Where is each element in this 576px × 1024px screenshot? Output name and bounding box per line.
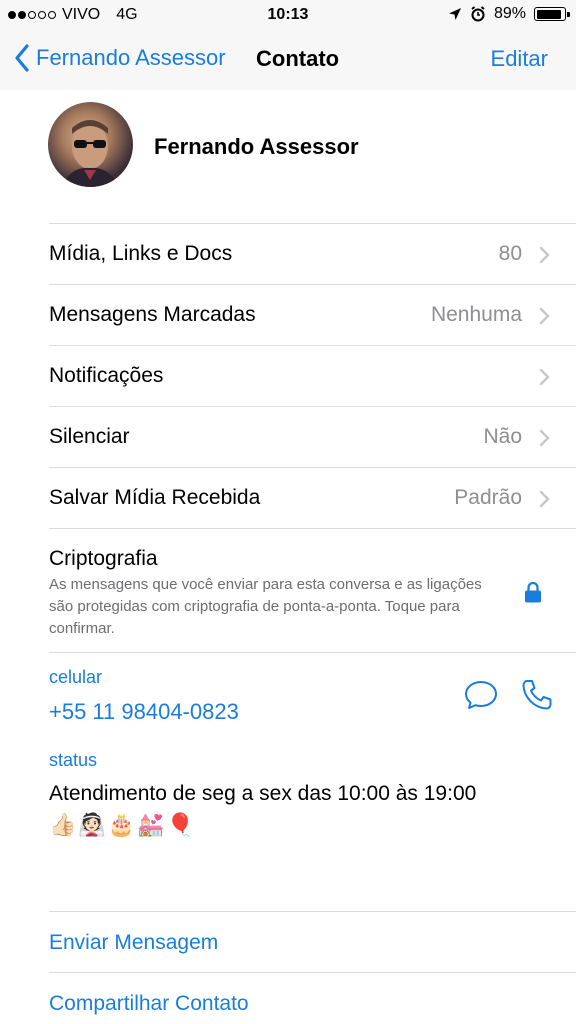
- lock-icon: [525, 581, 541, 603]
- row-label: Silenciar: [49, 425, 130, 448]
- encryption-title: Criptografia: [49, 547, 158, 570]
- status-emojis: 👍🏻👰🏻🎂💒🎈: [49, 813, 196, 838]
- row-label: Mensagens Marcadas: [49, 303, 256, 326]
- row-notifications[interactable]: Notificações: [49, 345, 576, 406]
- send-message-button[interactable]: Enviar Mensagem: [49, 911, 576, 972]
- status-label: status: [49, 750, 98, 770]
- back-button[interactable]: Fernando Assessor: [14, 44, 226, 72]
- row-value: Não: [483, 425, 522, 448]
- chevron-right-icon: [539, 429, 550, 447]
- phone-number[interactable]: +55 11 98404-0823: [49, 699, 239, 725]
- row-save-media[interactable]: Salvar Mídia Recebida Padrão: [49, 467, 576, 528]
- row-mute[interactable]: Silenciar Não: [49, 406, 576, 467]
- status-text: Atendimento de seg a sex das 10:00 às 19…: [49, 782, 477, 805]
- chevron-right-icon: [539, 246, 550, 264]
- status-right: 89%: [448, 5, 570, 23]
- contact-name: Fernando Assessor: [154, 134, 359, 159]
- battery-level: [536, 9, 561, 19]
- chevron-right-icon: [539, 490, 550, 508]
- row-value: 80: [498, 242, 522, 265]
- row-label: Mídia, Links e Docs: [49, 242, 233, 265]
- row-media-links-docs[interactable]: Mídia, Links e Docs 80: [49, 223, 576, 284]
- page-title: Contato: [256, 46, 340, 71]
- phone-type-label: celular: [49, 667, 103, 687]
- encryption-description: As mensagens que você enviar para esta c…: [49, 576, 482, 637]
- navigation-bar: Fernando Assessor Contato Editar: [0, 30, 576, 90]
- share-contact-button[interactable]: Compartilhar Contato: [49, 972, 576, 1024]
- status-bar: VIVO 4G 10:13 89%: [0, 0, 576, 30]
- avatar-photo: [62, 120, 118, 187]
- message-icon[interactable]: [464, 679, 498, 711]
- share-contact-label: Compartilhar Contato: [49, 992, 249, 1015]
- row-value: Padrão: [454, 486, 522, 509]
- avatar[interactable]: [48, 102, 133, 187]
- chevron-right-icon: [539, 307, 550, 325]
- row-value: Nenhuma: [430, 303, 522, 326]
- row-starred-messages[interactable]: Mensagens Marcadas Nenhuma: [49, 284, 576, 345]
- send-message-label: Enviar Mensagem: [49, 931, 219, 954]
- battery-percent: 89%: [493, 5, 526, 22]
- chevron-right-icon: [539, 368, 550, 386]
- back-button-label: Fernando Assessor: [36, 45, 226, 70]
- location-arrow-icon: [448, 8, 461, 20]
- chevron-left-icon: [15, 44, 29, 72]
- alarm-clock-icon: [471, 6, 485, 22]
- row-label: Salvar Mídia Recebida: [49, 486, 261, 509]
- battery-icon: [534, 7, 570, 21]
- phone-call-icon[interactable]: [520, 678, 554, 712]
- encryption-row[interactable]: Criptografia As mensagens que você envia…: [49, 528, 576, 653]
- row-label: Notificações: [49, 364, 164, 387]
- edit-button[interactable]: Editar: [491, 46, 548, 72]
- contact-profile: Fernando Assessor: [0, 90, 576, 223]
